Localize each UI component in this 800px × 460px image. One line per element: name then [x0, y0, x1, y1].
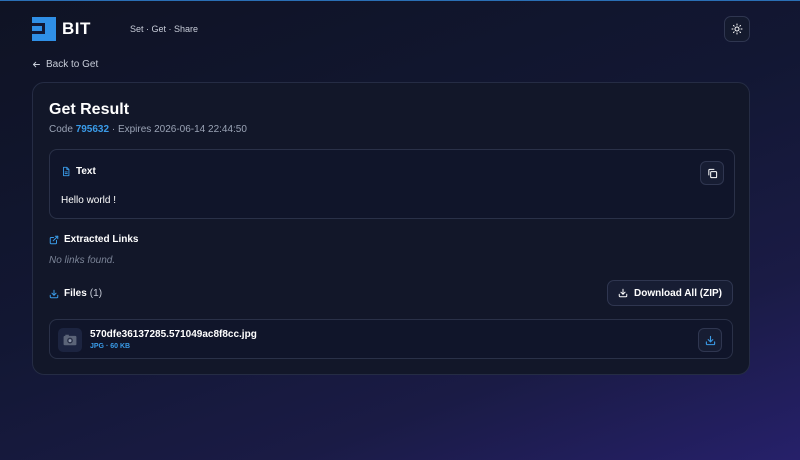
download-icon [618, 288, 628, 298]
extracted-links-heading: Extracted Links [49, 234, 138, 245]
brand-name: BIT [62, 19, 91, 38]
files-heading-label: Files [64, 288, 87, 299]
external-link-icon [49, 235, 59, 244]
result-meta: Code 795632 · Expires 2026-06-14 22:44:5… [49, 124, 247, 135]
text-heading-label: Text [76, 166, 96, 177]
expires-label: · Expires [111, 124, 152, 135]
copy-icon [707, 168, 717, 178]
document-icon [63, 166, 70, 177]
download-all-label: Download All (ZIP) [634, 287, 722, 299]
no-links-message: No links found. [49, 255, 116, 266]
image-thumbnail-icon [58, 328, 82, 352]
logo[interactable]: BIT [32, 16, 91, 42]
text-heading: Text [61, 166, 96, 177]
logo-mark-icon [32, 17, 56, 41]
result-card: Get Result Code 795632 · Expires 2026-06… [32, 82, 750, 375]
download-icon [705, 335, 715, 345]
copy-text-button[interactable] [700, 161, 724, 185]
extracted-links-label: Extracted Links [64, 234, 139, 245]
back-link[interactable]: Back to Get [32, 59, 98, 70]
files-heading: Files (1) [49, 288, 102, 299]
back-link-label: Back to Get [46, 59, 99, 70]
download-all-zip-button[interactable]: Download All (ZIP) [607, 280, 733, 306]
code-value: 795632 [75, 124, 110, 135]
file-row: 570dfe36137285.571049ac8f8cc.jpg JPG · 6… [49, 319, 733, 359]
header: BIT Set · Get · Share [32, 16, 750, 44]
code-label: Code [49, 124, 73, 135]
theme-toggle-button[interactable] [724, 16, 750, 42]
file-name: 570dfe36137285.571049ac8f8cc.jpg [90, 329, 257, 340]
page-title: Get Result [49, 101, 130, 118]
download-file-button[interactable] [698, 328, 722, 352]
top-accent-line [0, 0, 800, 1]
text-content: Hello world ! [61, 195, 117, 206]
files-count: (1) [89, 288, 103, 299]
tagline: Set · Get · Share [130, 24, 199, 34]
sun-icon [731, 23, 743, 35]
text-panel: Text Hello world ! [49, 149, 735, 219]
download-icon [49, 289, 59, 298]
arrow-left-icon [33, 61, 40, 68]
file-meta: JPG · 60 KB [90, 343, 131, 350]
expires-value: 2026-06-14 22:44:50 [154, 124, 247, 135]
